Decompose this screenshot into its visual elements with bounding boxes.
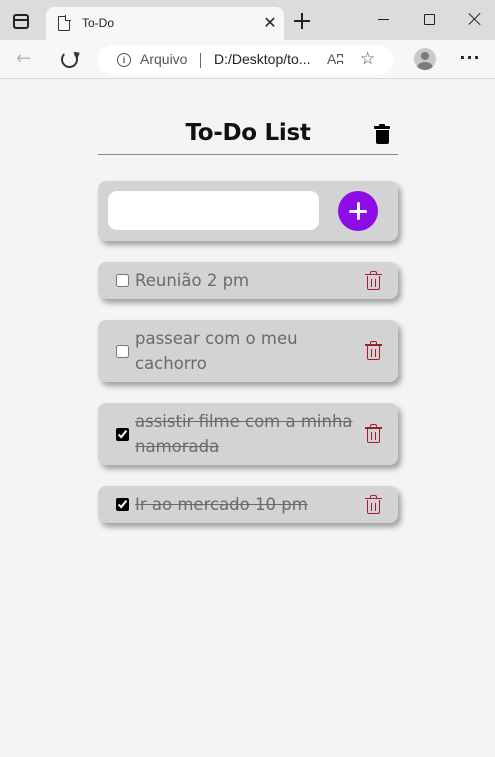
tab-title: To-Do bbox=[82, 16, 115, 30]
delete-trash-icon[interactable] bbox=[365, 341, 382, 361]
task-text: Reunião 2 pm bbox=[135, 271, 250, 290]
reload-icon[interactable] bbox=[61, 51, 78, 68]
delete-icon-part bbox=[367, 275, 380, 290]
address-url[interactable]: D:/Desktop/to... bbox=[214, 51, 310, 67]
read-aloud-icon[interactable]: Aʭ bbox=[327, 51, 344, 67]
profile-icon[interactable] bbox=[414, 48, 436, 70]
new-tab-plus-icon[interactable] bbox=[292, 11, 312, 31]
title-divider bbox=[98, 154, 398, 155]
delete-trash-icon[interactable] bbox=[365, 424, 382, 444]
delete-trash-icon[interactable] bbox=[365, 494, 382, 515]
task-checkbox[interactable] bbox=[116, 274, 129, 287]
add-task-button[interactable] bbox=[338, 191, 378, 231]
maximize-icon[interactable] bbox=[424, 14, 435, 25]
task-item: Ir ao mercado 10 pm bbox=[98, 486, 398, 523]
task-item: assistir filme com a minha namorada bbox=[98, 403, 398, 465]
delete-icon-part bbox=[367, 429, 380, 443]
star-add-icon[interactable]: ☆ bbox=[360, 49, 375, 69]
more-icon[interactable]: ··· bbox=[459, 49, 481, 69]
tab-actions-icon[interactable] bbox=[13, 14, 29, 29]
back-arrow-icon[interactable]: ← bbox=[16, 50, 36, 68]
address-bar[interactable]: i Arquivo D:/Desktop/to... Aʭ ☆ bbox=[98, 45, 394, 75]
window-close-icon[interactable] bbox=[466, 10, 484, 28]
task-text: Ir ao mercado 10 pm bbox=[135, 495, 308, 514]
task-input[interactable] bbox=[108, 191, 319, 230]
delete-icon-part bbox=[367, 346, 380, 360]
delete-icon-part bbox=[367, 499, 380, 514]
browser-toolbar: ← i Arquivo D:/Desktop/to... Aʭ ☆ ··· bbox=[0, 40, 495, 79]
task-text: passear com o meu cachorro bbox=[135, 329, 298, 373]
address-origin-label: Arquivo bbox=[140, 51, 188, 67]
tab-close-icon[interactable]: ✕ bbox=[262, 13, 278, 33]
browser-tab[interactable]: To-Do ✕ bbox=[46, 7, 284, 40]
trash-icon[interactable] bbox=[373, 124, 393, 146]
task-item: passear com o meu cachorro bbox=[98, 320, 398, 382]
task-checkbox[interactable] bbox=[116, 344, 129, 358]
browser-tab-bar: To-Do ✕ bbox=[0, 0, 495, 40]
task-checkbox[interactable] bbox=[116, 498, 129, 511]
new-task-card bbox=[98, 181, 398, 241]
task-item: Reunião 2 pm bbox=[98, 262, 398, 299]
minimize-icon[interactable] bbox=[378, 19, 389, 21]
task-list: Reunião 2 pm passear com o meu cachorro as… bbox=[98, 262, 398, 544]
task-text: assistir filme com a minha namorada bbox=[135, 412, 353, 456]
page-icon bbox=[58, 15, 71, 31]
trash-can bbox=[375, 130, 389, 144]
trash-lid bbox=[374, 126, 390, 129]
delete-trash-icon[interactable] bbox=[365, 270, 382, 291]
address-divider bbox=[200, 53, 201, 68]
task-checkbox[interactable] bbox=[116, 427, 129, 441]
info-icon[interactable]: i bbox=[117, 53, 131, 67]
page-title: To-Do List bbox=[185, 120, 311, 146]
